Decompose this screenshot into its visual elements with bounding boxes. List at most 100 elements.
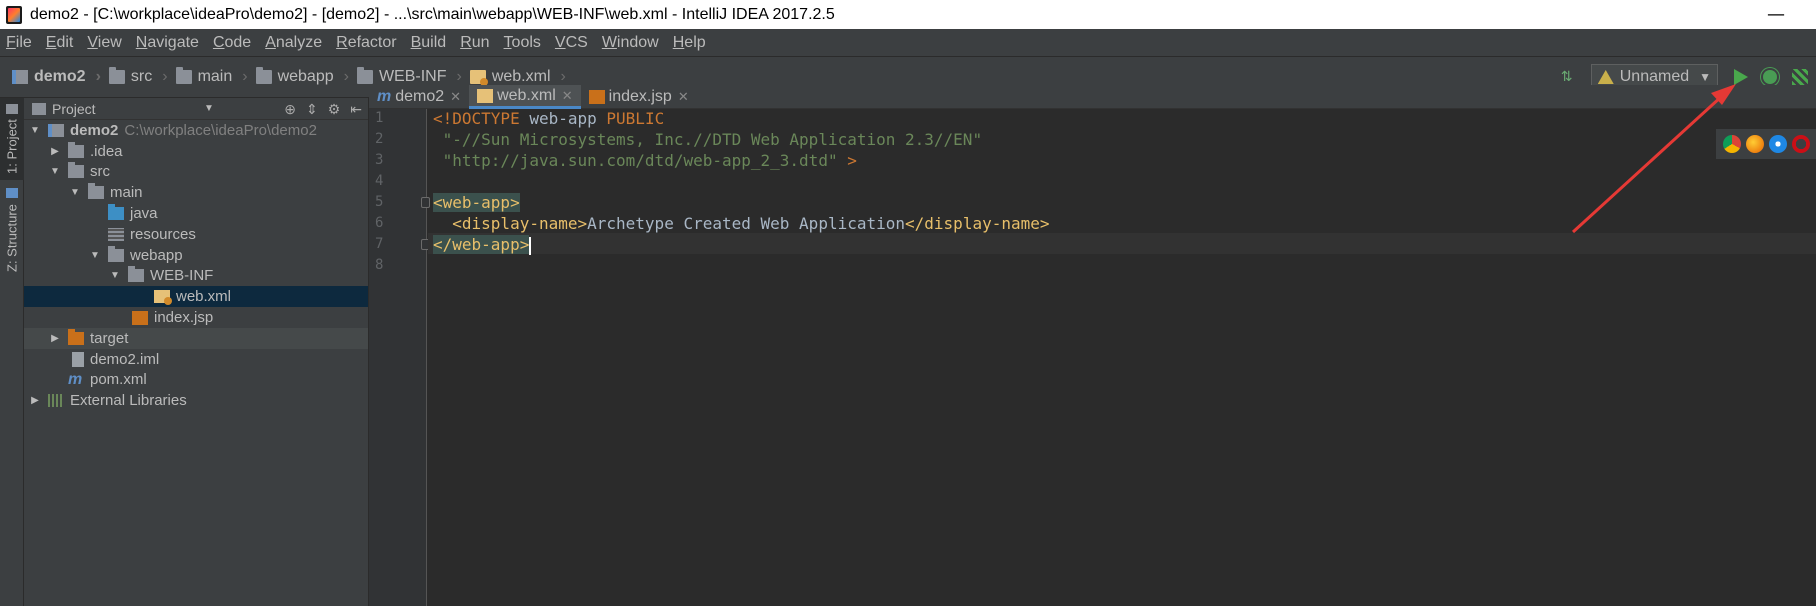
fold-marker-icon[interactable] xyxy=(421,197,430,208)
tree-item-target[interactable]: ▶ target xyxy=(24,327,368,349)
tree-item-java[interactable]: java xyxy=(24,203,368,224)
tab-web-xml[interactable]: web.xml ✕ xyxy=(469,85,581,109)
breadcrumb-demo2[interactable]: demo2 › xyxy=(12,68,101,86)
hide-panel-icon[interactable]: ⇤ xyxy=(350,101,362,118)
collapsed-arrow-icon[interactable]: ▶ xyxy=(28,395,42,406)
line-number: 6 xyxy=(375,215,384,231)
menu-window[interactable]: Window xyxy=(602,34,659,52)
breadcrumb-label: WEB-INF xyxy=(378,68,447,85)
line-number: 4 xyxy=(375,173,384,189)
menu-navigate[interactable]: Navigate xyxy=(136,34,199,52)
tab-index-jsp[interactable]: index.jsp ✕ xyxy=(581,85,697,109)
tree-item-index-jsp[interactable]: index.jsp xyxy=(24,307,368,328)
tree-item-label: .idea xyxy=(90,142,123,160)
tree-item-main[interactable]: ▼ main xyxy=(24,182,368,203)
tree-item-web-inf[interactable]: ▼ WEB-INF xyxy=(24,266,368,287)
project-panel-header[interactable]: Project ▼ ⊕ ⇕ ⚙ ⇤ xyxy=(24,98,368,120)
menu-view[interactable]: View xyxy=(87,34,121,52)
tree-item-label: demo2 xyxy=(70,121,119,139)
project-view-icon xyxy=(32,102,46,115)
collapse-all-icon[interactable]: ⇕ xyxy=(306,101,318,118)
coverage-button[interactable] xyxy=(1790,67,1810,87)
expanded-arrow-icon[interactable]: ▼ xyxy=(108,270,122,281)
locate-icon[interactable]: ⊕ xyxy=(284,101,296,118)
menu-help[interactable]: Help xyxy=(673,34,706,52)
breadcrumb-separator: › xyxy=(162,68,168,85)
tree-item-resources[interactable]: resources xyxy=(24,224,368,245)
tree-item-idea[interactable]: ▶ .idea xyxy=(24,141,368,162)
web-app-close-tag: </web-app> xyxy=(433,235,530,254)
project-tool-label: 1: Project xyxy=(4,119,20,175)
tab-demo2[interactable]: m demo2 ✕ xyxy=(369,85,469,109)
safari-icon[interactable] xyxy=(1768,135,1787,153)
doctype-close: > xyxy=(837,151,857,170)
breadcrumb-web-xml[interactable]: web.xml › xyxy=(469,68,566,86)
close-icon[interactable]: ✕ xyxy=(562,88,573,104)
tree-item-label: webapp xyxy=(130,246,183,264)
intellij-logo-icon xyxy=(6,5,22,24)
code-editor[interactable]: 1 2 3 4 5 6 7 8 <!DOCTYPE web-app PUBLIC… xyxy=(369,109,1816,606)
minimize-button[interactable]: — xyxy=(1766,4,1786,25)
project-tree: ▼ demo2 C:\workplace\ideaPro\demo2 ▶ .id… xyxy=(24,120,368,411)
tree-item-pom-xml[interactable]: m pom.xml xyxy=(24,370,368,391)
menu-refactor[interactable]: Refactor xyxy=(336,34,396,52)
line-number: 2 xyxy=(375,131,384,147)
maven-icon: m xyxy=(377,88,392,105)
close-icon[interactable]: ✕ xyxy=(450,89,461,105)
run-button[interactable] xyxy=(1730,67,1750,87)
collapsed-arrow-icon[interactable]: ▶ xyxy=(48,333,62,344)
collapsed-arrow-icon[interactable]: ▶ xyxy=(48,146,62,157)
firefox-icon[interactable] xyxy=(1745,135,1764,153)
chevron-down-icon[interactable]: ▼ xyxy=(204,103,214,114)
expanded-arrow-icon[interactable]: ▼ xyxy=(68,187,82,198)
tree-item-src[interactable]: ▼ src xyxy=(24,162,368,183)
tab-label: demo2 xyxy=(395,88,445,105)
menu-build[interactable]: Build xyxy=(411,34,447,52)
expanded-arrow-icon[interactable]: ▼ xyxy=(48,166,62,177)
breadcrumb-web-inf[interactable]: WEB-INF › xyxy=(356,67,462,86)
close-icon[interactable]: ✕ xyxy=(678,89,689,105)
left-tool-strip: 1: Project Z: Structure xyxy=(0,98,24,606)
debug-button[interactable] xyxy=(1760,67,1780,87)
menu-tools[interactable]: Tools xyxy=(504,34,541,52)
tab-project-tool[interactable]: 1: Project xyxy=(0,98,24,180)
tree-item-webapp[interactable]: ▼ webapp xyxy=(24,245,368,266)
breadcrumb-separator: › xyxy=(95,68,101,85)
tab-structure-tool[interactable]: Z: Structure xyxy=(0,184,24,276)
expanded-arrow-icon[interactable]: ▼ xyxy=(88,250,102,261)
browser-preview-icons xyxy=(1716,129,1816,159)
tab-label: web.xml xyxy=(497,86,556,104)
breadcrumb-main[interactable]: main › xyxy=(175,67,248,86)
chevron-down-icon: ▼ xyxy=(1699,70,1711,84)
breadcrumb-separator: › xyxy=(456,68,462,85)
code-line-5: <web-app> xyxy=(433,192,520,213)
menu-edit[interactable]: Edit xyxy=(46,34,74,52)
excluded-folder-icon xyxy=(68,328,84,345)
tree-item-label: main xyxy=(110,184,143,202)
breadcrumb-separator: › xyxy=(343,68,349,85)
menu-run[interactable]: Run xyxy=(460,34,489,52)
editor-gutter: 1 2 3 4 5 6 7 8 xyxy=(369,109,430,606)
breadcrumb-src[interactable]: src › xyxy=(108,67,168,86)
sort-icon[interactable]: ⇅ xyxy=(1561,69,1581,85)
chrome-icon[interactable] xyxy=(1722,135,1741,153)
display-name-open-tag: <display-name> xyxy=(433,214,588,233)
breadcrumb-webapp[interactable]: webapp › xyxy=(255,67,349,86)
tree-item-demo2-iml[interactable]: demo2.iml xyxy=(24,349,368,370)
gear-icon[interactable]: ⚙ xyxy=(328,101,341,118)
expanded-arrow-icon[interactable]: ▼ xyxy=(28,125,42,136)
text-cursor xyxy=(529,236,532,255)
tree-item-web-xml[interactable]: web.xml xyxy=(24,286,368,308)
tree-item-external-libraries[interactable]: ▶ External Libraries xyxy=(24,390,368,411)
code-line-1: <!DOCTYPE web-app PUBLIC xyxy=(433,108,664,129)
opera-icon[interactable] xyxy=(1791,135,1810,153)
folder-icon xyxy=(175,67,192,84)
tree-item-demo2[interactable]: ▼ demo2 C:\workplace\ideaPro\demo2 xyxy=(24,120,368,141)
display-name-text: Archetype Created Web Application xyxy=(587,214,906,233)
menu-vcs[interactable]: VCS xyxy=(555,34,588,52)
menu-analyze[interactable]: Analyze xyxy=(265,34,322,52)
xml-file-icon xyxy=(477,88,494,103)
iml-file-icon xyxy=(72,351,84,367)
menu-file[interactable]: File xyxy=(6,34,32,52)
menu-code[interactable]: Code xyxy=(213,34,251,52)
